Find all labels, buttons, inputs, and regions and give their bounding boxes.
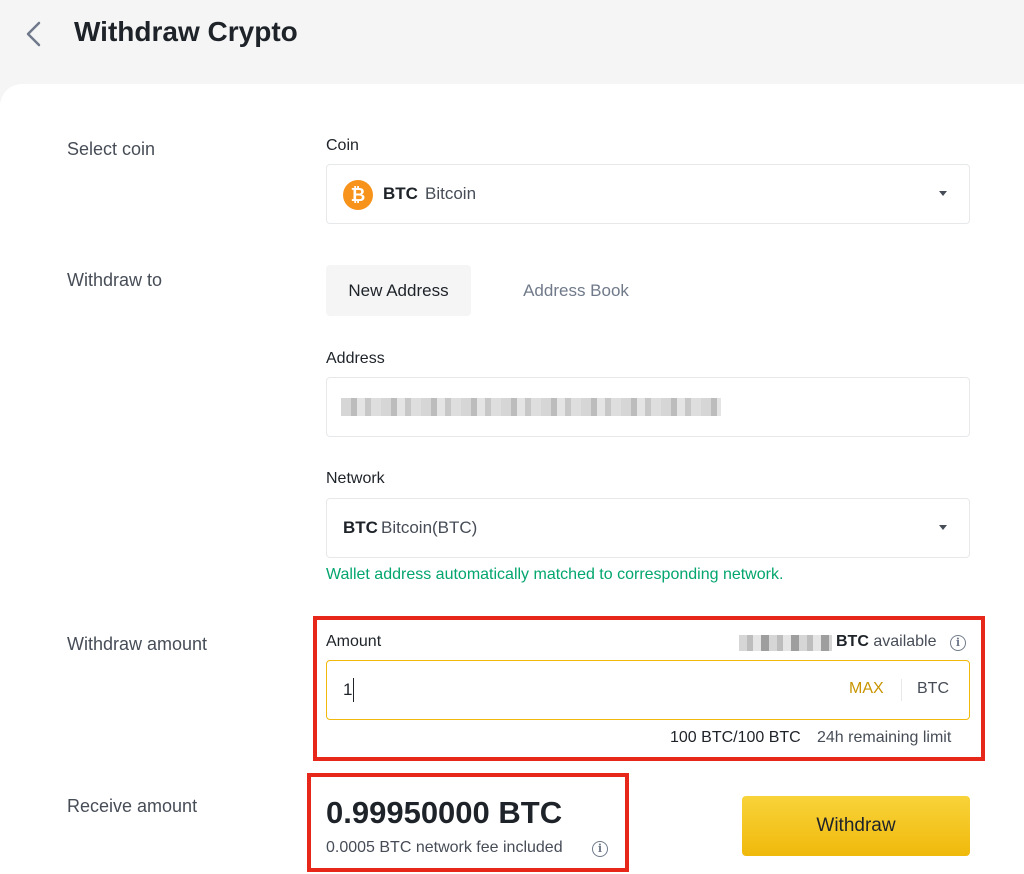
amount-value: 1 — [343, 680, 353, 699]
divider — [901, 679, 902, 701]
network-match-hint: Wallet address automatically matched to … — [326, 566, 784, 583]
info-icon[interactable]: i — [950, 635, 966, 651]
coin-field-label: Coin — [326, 137, 359, 154]
info-icon[interactable]: i — [592, 841, 608, 857]
redacted-balance — [739, 635, 832, 651]
network-fee-text: 0.0005 BTC network fee included — [326, 839, 563, 856]
amount-field-label: Amount — [326, 633, 382, 650]
amount-input[interactable]: 1 MAX BTC — [326, 660, 970, 720]
network-select[interactable]: BTC Bitcoin(BTC) — [326, 498, 970, 558]
bitcoin-logo-icon: ₿ — [343, 180, 373, 210]
amount-unit: BTC — [917, 680, 949, 697]
network-field-label: Network — [326, 470, 385, 487]
withdraw-button[interactable]: Withdraw — [742, 796, 970, 856]
page-title: Withdraw Crypto — [74, 16, 298, 47]
text-cursor — [353, 678, 354, 702]
available-unit: BTC — [836, 633, 869, 650]
tab-new-address[interactable]: New Address — [326, 265, 471, 316]
coin-symbol: BTC — [383, 184, 418, 203]
limit-label: 24h remaining limit — [817, 729, 952, 746]
withdraw-to-label: Withdraw to — [67, 270, 163, 290]
limit-value: 100 BTC/100 BTC — [670, 729, 801, 746]
chevron-down-icon — [939, 525, 947, 530]
available-suffix: available — [873, 633, 937, 650]
available-balance: BTC available — [836, 633, 937, 651]
receive-amount-value: 0.99950000 BTC — [326, 795, 563, 830]
address-field-label: Address — [326, 350, 385, 367]
redacted-address — [341, 398, 721, 416]
coin-name: Bitcoin — [425, 184, 477, 203]
chevron-down-icon — [939, 191, 947, 196]
coin-select[interactable]: ₿ BTC Bitcoin — [326, 164, 970, 224]
max-button[interactable]: MAX — [849, 680, 884, 698]
select-coin-label: Select coin — [67, 139, 156, 159]
page-header: Withdraw Crypto — [0, 0, 1024, 88]
tab-address-book[interactable]: Address Book — [496, 265, 656, 316]
back-arrow-icon[interactable] — [22, 20, 46, 48]
network-symbol: BTC — [343, 518, 378, 537]
withdraw-amount-label: Withdraw amount — [67, 634, 208, 654]
network-name: Bitcoin(BTC) — [381, 518, 478, 537]
address-input[interactable] — [326, 377, 970, 437]
receive-amount-label: Receive amount — [67, 796, 198, 816]
